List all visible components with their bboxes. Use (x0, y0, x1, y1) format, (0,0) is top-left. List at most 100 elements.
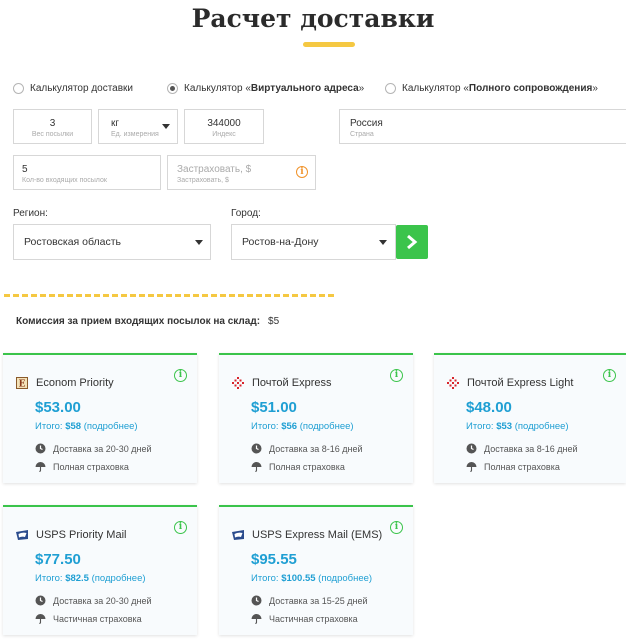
option-total: Итого: $58 (подробнее) (35, 421, 138, 432)
parcels-count-field[interactable]: 5 Кол-во входящих посылок (13, 155, 161, 190)
option-price: $77.50 (35, 551, 81, 568)
chevron-right-icon (407, 234, 418, 250)
clock-icon (251, 443, 262, 454)
total-value: $56 (281, 421, 298, 432)
shipping-option-card[interactable]: E Econom Priority i $53.00 Итого: $58 (п… (3, 353, 197, 483)
delivery-text: Доставка за 20-30 дней (53, 443, 152, 454)
total-prefix: Итого: (35, 573, 63, 584)
shipping-option-card[interactable]: USPS Express Mail (EMS) i $95.55 Итого: … (219, 505, 413, 635)
pochta-logo-icon (447, 377, 459, 389)
option-name: USPS Priority Mail (36, 529, 127, 541)
info-icon[interactable]: i (296, 166, 308, 178)
option-total: Итого: $56 (подробнее) (251, 421, 354, 432)
delivery-time: Доставка за 8-16 дней (251, 443, 363, 454)
weight-value: 3 (49, 118, 56, 129)
parcels-count-value: 5 (22, 164, 28, 175)
option-price: $48.00 (466, 399, 512, 416)
insurance-text: Частичная страховка (53, 613, 142, 624)
title-underline (303, 42, 355, 47)
section-divider (4, 294, 334, 297)
radio-label-bold: Полного сопровождения (468, 82, 593, 94)
calculate-button[interactable] (396, 225, 428, 259)
insurance-info: Частичная страховка (35, 613, 142, 624)
radio-label-prefix: Калькулятор « (402, 82, 469, 94)
clock-icon (251, 595, 262, 606)
insurance-placeholder: Застраховать, $ (177, 164, 252, 175)
delivery-time: Доставка за 20-30 дней (35, 443, 152, 454)
commission-line: Комиссия за прием входящих посылок на ск… (16, 316, 279, 327)
info-icon[interactable]: i (174, 521, 187, 534)
country-field[interactable]: Россия Страна (339, 109, 626, 144)
option-price: $51.00 (251, 399, 297, 416)
usps-logo-icon (16, 530, 28, 540)
delivery-time: Доставка за 15-25 дней (251, 595, 368, 606)
details-link[interactable]: (подробнее) (318, 573, 372, 584)
info-icon[interactable]: i (174, 369, 187, 382)
chevron-down-icon (195, 240, 203, 245)
insurance-text: Полная страховка (269, 461, 345, 472)
delivery-text: Доставка за 8-16 дней (269, 443, 363, 454)
index-field[interactable]: 344000 Индекс (184, 109, 264, 144)
radio-virtual-address-calculator[interactable]: Калькулятор «Виртуального адреса» (167, 80, 364, 96)
info-icon[interactable]: i (390, 369, 403, 382)
econom-logo-icon: E (16, 377, 28, 389)
radio-delivery-calculator[interactable]: Калькулятор доставки (13, 80, 133, 96)
index-value: 344000 (207, 118, 241, 129)
city-value: Ростов-на-Дону (242, 236, 319, 248)
radio-label: Калькулятор доставки (30, 82, 134, 94)
radio-button[interactable] (13, 82, 24, 94)
radio-button[interactable] (385, 82, 396, 94)
insurance-info: Полная страховка (251, 461, 345, 472)
insurance-label: Застраховать, $ (177, 177, 229, 184)
insurance-text: Частичная страховка (269, 613, 358, 624)
index-label: Индекс (212, 131, 236, 138)
radio-label-prefix: Калькулятор « (184, 82, 251, 94)
umbrella-icon (35, 614, 46, 624)
umbrella-icon (466, 462, 477, 472)
details-link[interactable]: (подробнее) (84, 421, 138, 432)
option-name: USPS Express Mail (EMS) (252, 529, 383, 541)
umbrella-icon (251, 462, 262, 472)
details-link[interactable]: (подробнее) (515, 421, 569, 432)
unit-select[interactable]: кг Ед. измерения (98, 109, 178, 144)
shipping-option-card[interactable]: USPS Priority Mail i $77.50 Итого: $82.5… (3, 505, 197, 635)
usps-logo-icon (232, 530, 244, 540)
total-prefix: Итого: (251, 421, 279, 432)
insurance-info: Частичная страховка (251, 613, 358, 624)
total-prefix: Итого: (35, 421, 63, 432)
details-link[interactable]: (подробнее) (300, 421, 354, 432)
total-prefix: Итого: (466, 421, 494, 432)
insurance-field[interactable]: Застраховать, $ Застраховать, $ i (167, 155, 316, 190)
weight-field[interactable]: 3 Вес посылки (13, 109, 92, 144)
delivery-time: Доставка за 20-30 дней (35, 595, 152, 606)
city-label: Город: (231, 208, 261, 219)
commission-amount: $5 (268, 316, 280, 327)
radio-label-suffix: » (592, 82, 598, 94)
chevron-down-icon (162, 124, 170, 129)
info-icon[interactable]: i (603, 369, 616, 382)
shipping-option-card[interactable]: Почтой Express i $51.00 Итого: $56 (подр… (219, 353, 413, 483)
country-label: Страна (350, 131, 374, 138)
option-price: $53.00 (35, 399, 81, 416)
insurance-info: Полная страховка (466, 461, 560, 472)
region-label: Регион: (13, 208, 48, 219)
unit-label: Ед. измерения (111, 131, 159, 138)
insurance-text: Полная страховка (484, 461, 560, 472)
radio-button[interactable] (167, 82, 178, 94)
country-value: Россия (350, 118, 383, 129)
umbrella-icon (35, 462, 46, 472)
info-icon[interactable]: i (390, 521, 403, 534)
parcels-count-label: Кол-во входящих посылок (22, 177, 107, 184)
weight-label: Вес посылки (31, 131, 74, 138)
page-title: Расчет доставки (191, 4, 435, 33)
delivery-text: Доставка за 15-25 дней (269, 595, 368, 606)
details-link[interactable]: (подробнее) (92, 573, 146, 584)
option-total: Итого: $53 (подробнее) (466, 421, 569, 432)
commission-label: Комиссия за прием входящих посылок на ск… (16, 316, 261, 327)
region-value: Ростовская область (24, 236, 122, 248)
shipping-option-card[interactable]: Почтой Express Light i $48.00 Итого: $53… (434, 353, 626, 483)
radio-full-support-calculator[interactable]: Калькулятор «Полного сопровождения» (385, 80, 598, 96)
city-select[interactable]: Ростов-на-Дону (231, 224, 396, 260)
option-total: Итого: $82.5 (подробнее) (35, 573, 146, 584)
region-select[interactable]: Ростовская область (13, 224, 211, 260)
